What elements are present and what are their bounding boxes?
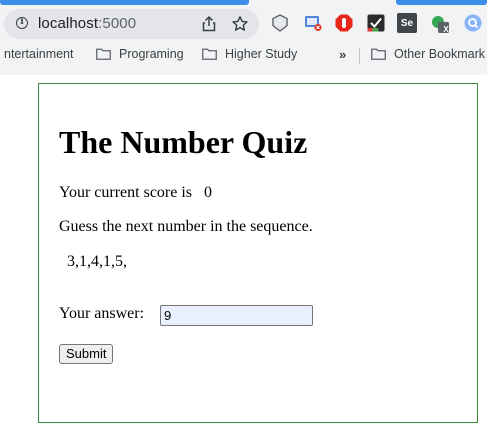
selenium-extension-icon[interactable]: Se xyxy=(397,13,417,33)
shield-extension-icon[interactable] xyxy=(270,13,290,33)
bookmark-programing[interactable]: Programing xyxy=(119,47,184,61)
score-label: Your current score is xyxy=(59,184,193,201)
info-icon[interactable]: i xyxy=(16,17,28,29)
bookmarks-divider xyxy=(359,48,360,64)
folder-icon xyxy=(202,48,217,60)
browser-chrome: i localhost:5000 Se X ntertainment Progr… xyxy=(0,0,487,75)
search-extension-icon[interactable] xyxy=(463,13,483,33)
folder-icon xyxy=(371,48,386,60)
answer-label: Your answer: xyxy=(59,305,145,322)
page-content: The Number Quiz Your current score is 0 … xyxy=(0,75,487,437)
score-line: Your current score is 0 xyxy=(59,184,212,202)
cast-extension-icon[interactable] xyxy=(303,13,323,33)
bookmark-star-icon[interactable] xyxy=(231,15,249,33)
quiz-container: The Number Quiz Your current score is 0 … xyxy=(38,83,478,423)
folder-icon xyxy=(96,48,111,60)
submit-button[interactable]: Submit xyxy=(59,344,114,364)
answer-input[interactable] xyxy=(160,305,313,326)
record-badge: X xyxy=(443,25,449,34)
bookmarks-overflow-button[interactable]: » xyxy=(339,47,346,62)
selenium-label: Se xyxy=(400,18,414,29)
url-host: localhost xyxy=(38,15,99,32)
active-tab-indicator xyxy=(0,0,249,5)
address-bar[interactable]: i localhost:5000 xyxy=(4,9,259,39)
tab-indicator xyxy=(396,0,487,5)
bookmark-entertainment[interactable]: ntertainment xyxy=(4,47,73,61)
instruction-text: Guess the next number in the sequence. xyxy=(59,218,313,235)
address-text[interactable]: localhost:5000 xyxy=(38,15,136,32)
bookmark-higher-study[interactable]: Higher Study xyxy=(225,47,297,61)
page-title: The Number Quiz xyxy=(59,124,308,160)
url-port: :5000 xyxy=(98,15,137,32)
score-value: 0 xyxy=(204,184,213,201)
other-bookmarks[interactable]: Other Bookmark xyxy=(394,47,485,61)
checklist-extension-icon[interactable] xyxy=(366,13,386,33)
share-icon[interactable] xyxy=(200,15,218,33)
red-stop-extension-icon[interactable] xyxy=(334,13,354,33)
number-sequence: 3,1,4,1,5, xyxy=(67,253,127,270)
bookmarks-bar: ntertainment Programing Higher Study » O… xyxy=(0,45,487,67)
